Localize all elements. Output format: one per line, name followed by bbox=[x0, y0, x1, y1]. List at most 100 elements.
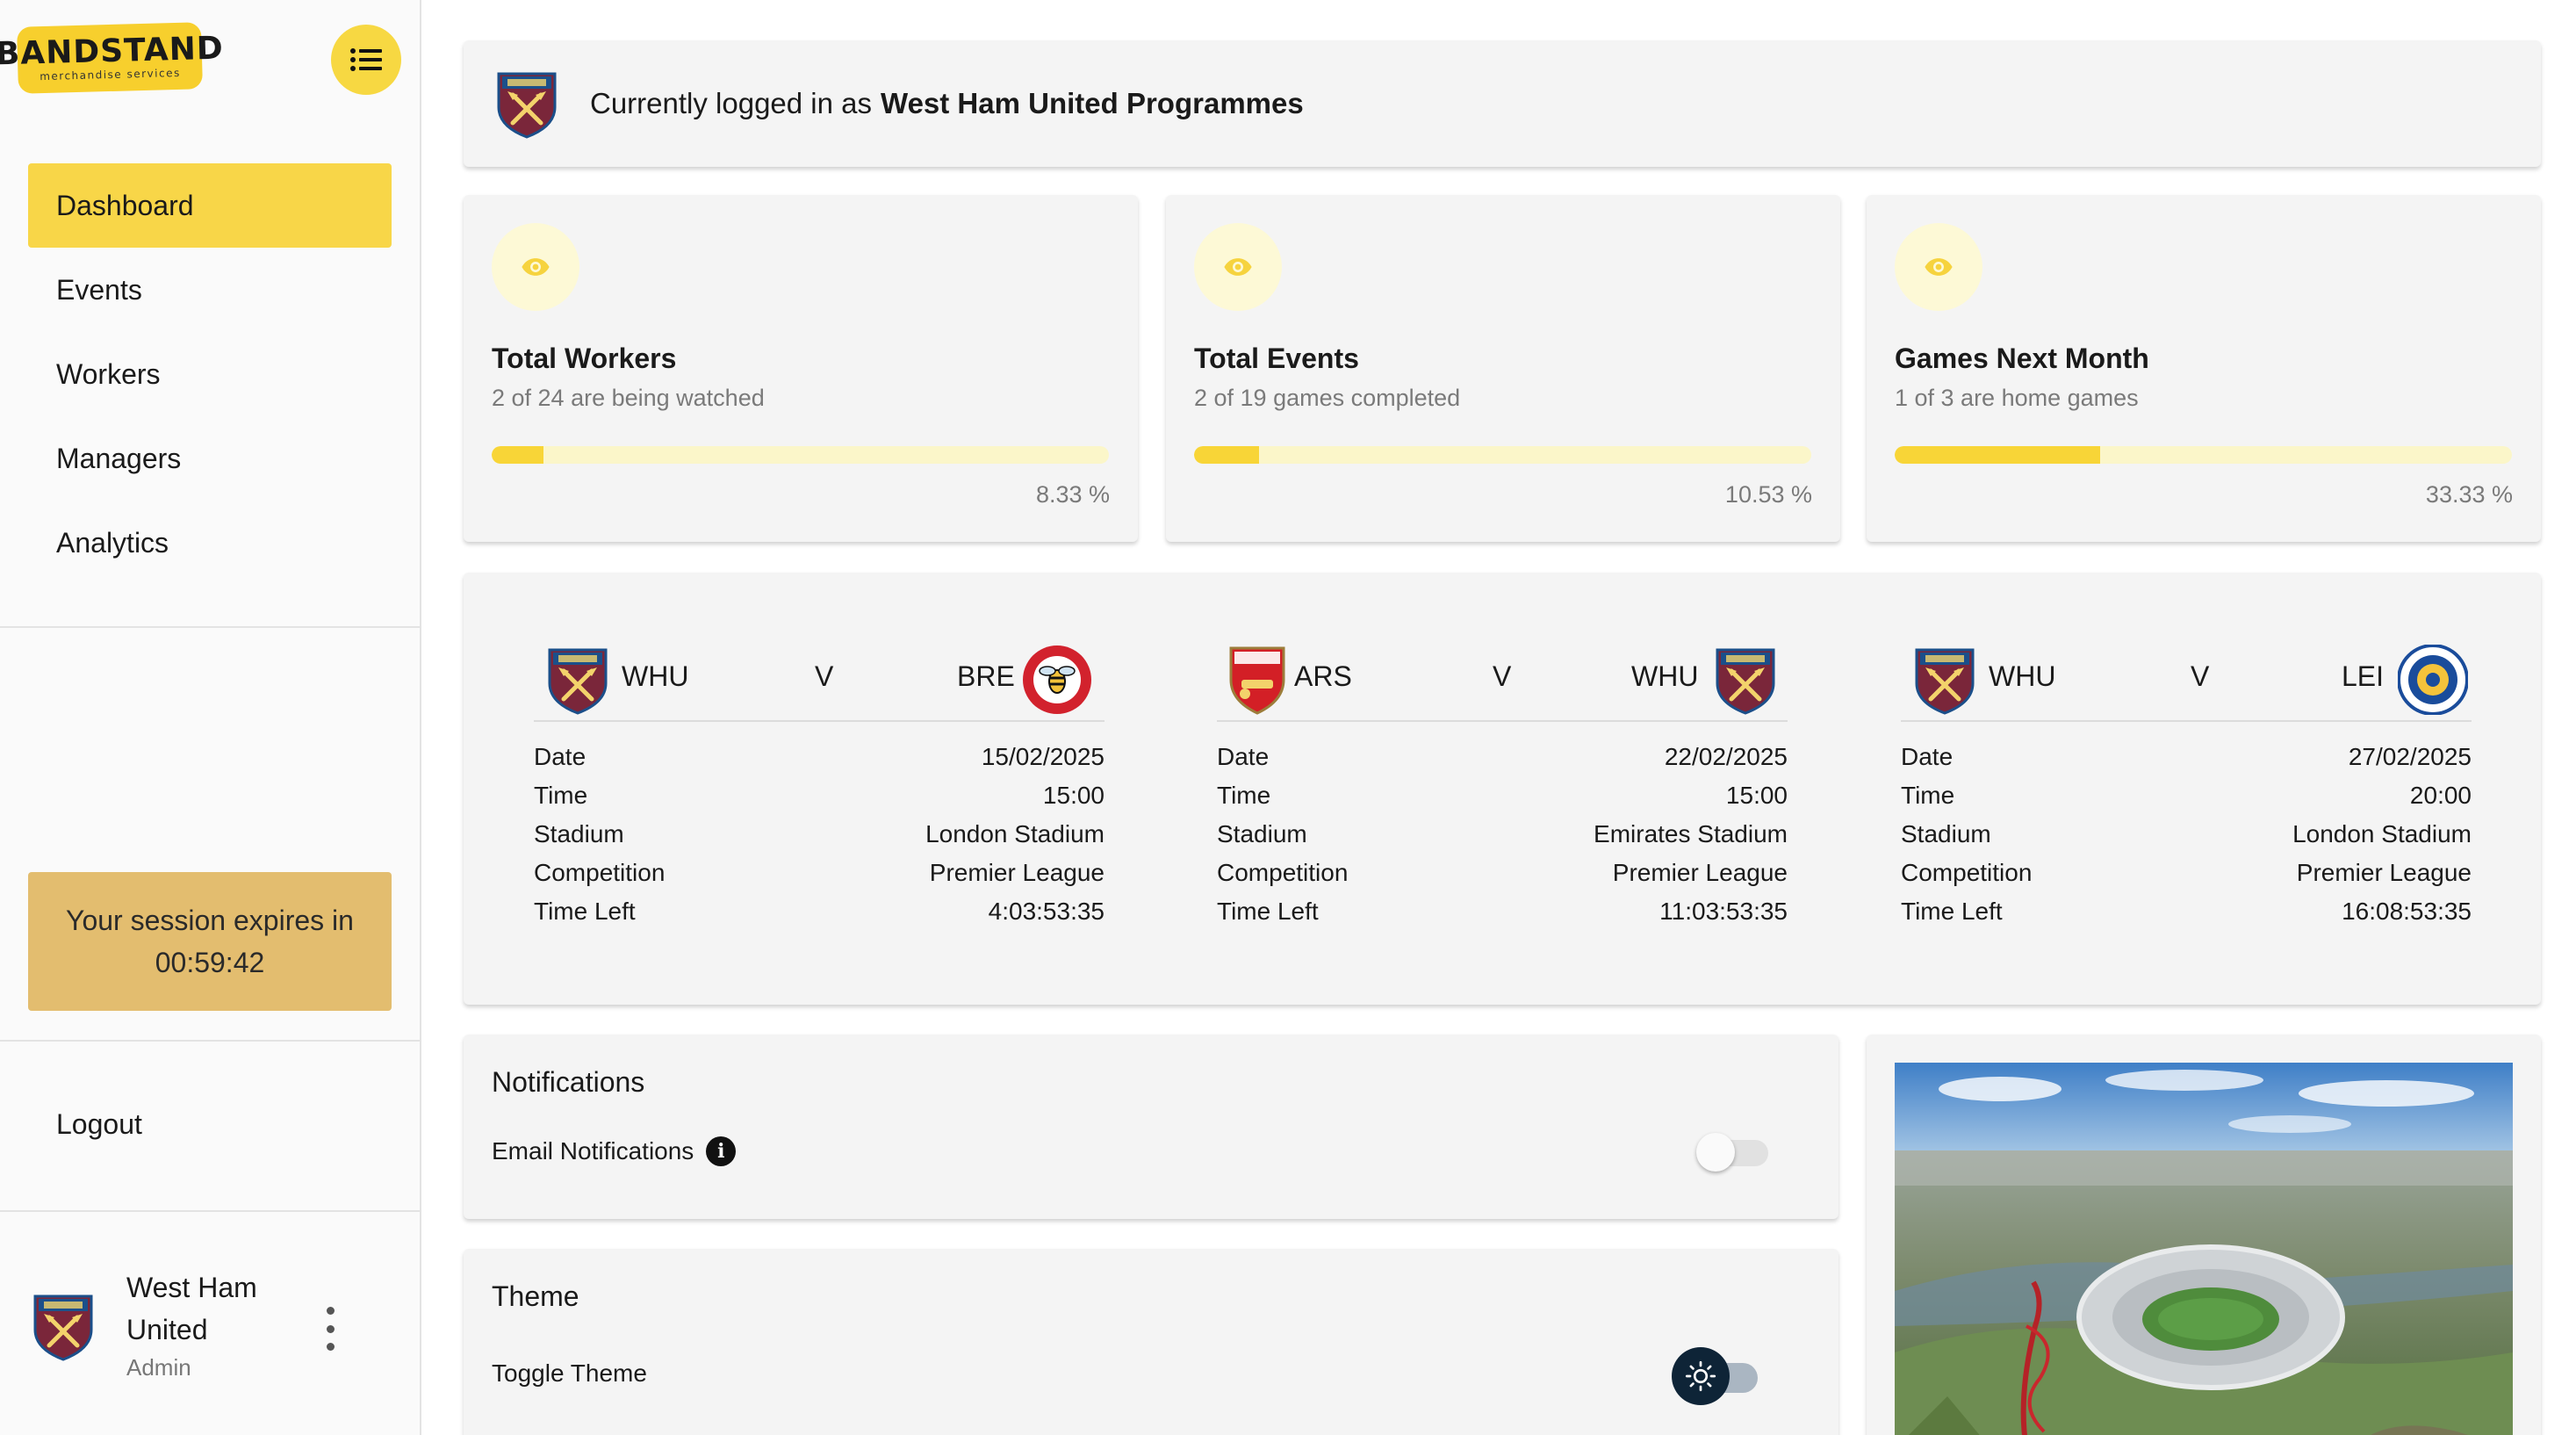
stat-title: Total Workers bbox=[492, 343, 677, 374]
logged-in-prefix: Currently logged in as bbox=[590, 87, 873, 119]
stat-percent: 10.53 % bbox=[1724, 481, 1812, 508]
sidebar-item-dashboard[interactable]: Dashboard bbox=[28, 163, 392, 248]
brentford-crest-icon bbox=[1022, 645, 1092, 715]
upcoming-matches: WHU V BRE Date 15/02/2025 Time 15:00 Stadi… bbox=[464, 573, 2541, 1005]
email-notifications-toggle[interactable] bbox=[1696, 1133, 1770, 1172]
theme-toggle[interactable] bbox=[1672, 1347, 1759, 1405]
match-header: WHU V LEI bbox=[1901, 634, 2472, 722]
detail-row: Date 27/02/2025 bbox=[1901, 738, 2472, 776]
away-team-code: WHU bbox=[1631, 660, 1699, 692]
detail-value: Emirates Stadium bbox=[1594, 820, 1788, 847]
sidebar-divider bbox=[0, 1040, 420, 1042]
versus-label: V bbox=[815, 660, 834, 692]
sidebar-divider bbox=[0, 626, 420, 628]
eye-icon bbox=[492, 223, 579, 311]
stat-title: Games Next Month bbox=[1895, 343, 2149, 374]
progress-fill bbox=[1194, 446, 1260, 464]
detail-row: Stadium London Stadium bbox=[1901, 815, 2472, 854]
match-details: Date 27/02/2025 Time 20:00 Stadium London S… bbox=[1901, 738, 2472, 931]
notifications-card: Notifications Email Notifications i bbox=[464, 1035, 1838, 1219]
progress-fill bbox=[1895, 446, 2101, 464]
detail-label: Time bbox=[1217, 782, 1271, 809]
detail-value: London Stadium bbox=[2292, 820, 2472, 847]
west-ham-crest-icon bbox=[1714, 645, 1777, 715]
progress-bar bbox=[1895, 446, 2512, 464]
away-team-code: LEI bbox=[2342, 660, 2385, 692]
match-card[interactable]: ARS V WHU Date 22/02/2025 Time 15:00 Stadi… bbox=[1217, 634, 1788, 931]
detail-label: Competition bbox=[534, 859, 666, 886]
detail-row: Competition Premier League bbox=[1217, 854, 1788, 892]
detail-value: 16:08:53:35 bbox=[2342, 898, 2472, 925]
stat-title: Total Events bbox=[1194, 343, 1359, 374]
detail-value: 11:03:53:35 bbox=[1659, 898, 1788, 925]
detail-label: Time bbox=[534, 782, 588, 809]
sidebar-nav: Dashboard Events Workers Managers Analyt… bbox=[28, 163, 392, 585]
session-expiry-notice: Your session expires in 00:59:42 bbox=[28, 872, 392, 1011]
sidebar-item-managers[interactable]: Managers bbox=[28, 416, 392, 501]
match-header: ARS V WHU bbox=[1217, 634, 1788, 722]
stadium-photo-card bbox=[1867, 1035, 2541, 1435]
west-ham-crest-icon bbox=[32, 1291, 95, 1361]
home-team-code: WHU bbox=[1989, 660, 2056, 692]
detail-label: Stadium bbox=[534, 820, 624, 847]
detail-row: Time Left 16:08:53:35 bbox=[1901, 892, 2472, 931]
eye-icon bbox=[1194, 223, 1282, 311]
list-icon bbox=[350, 48, 382, 71]
detail-row: Date 22/02/2025 bbox=[1217, 738, 1788, 776]
bandstand-logo[interactable]: BANDSTAND merchandise services bbox=[0, 22, 224, 94]
detail-row: Time 20:00 bbox=[1901, 776, 2472, 815]
detail-value: Premier League bbox=[1612, 859, 1788, 886]
progress-fill bbox=[492, 446, 543, 464]
detail-label: Stadium bbox=[1901, 820, 1991, 847]
detail-value: 27/02/2025 bbox=[2348, 743, 2472, 770]
detail-value: 15:00 bbox=[1042, 782, 1105, 809]
match-details: Date 15/02/2025 Time 15:00 Stadium London S… bbox=[534, 738, 1105, 931]
detail-value: 15:00 bbox=[1725, 782, 1788, 809]
email-notifications-label: Email Notifications bbox=[492, 1137, 694, 1165]
match-card[interactable]: WHU V BRE Date 15/02/2025 Time 15:00 Stadi… bbox=[534, 634, 1105, 931]
toggle-thumb bbox=[1696, 1133, 1735, 1172]
sidebar-divider bbox=[0, 1210, 420, 1212]
detail-value: Premier League bbox=[2296, 859, 2472, 886]
detail-value: London Stadium bbox=[925, 820, 1105, 847]
match-details: Date 22/02/2025 Time 15:00 Stadium Emirates… bbox=[1217, 738, 1788, 931]
sun-icon bbox=[1672, 1347, 1730, 1405]
menu-toggle-button[interactable] bbox=[331, 25, 401, 95]
detail-value: 4:03:53:35 bbox=[988, 898, 1105, 925]
logo-title: BANDSTAND bbox=[0, 30, 225, 73]
progress-bar bbox=[1194, 446, 1811, 464]
west-ham-crest-icon bbox=[546, 645, 609, 715]
toggle-theme-label: Toggle Theme bbox=[492, 1359, 647, 1387]
detail-row: Stadium Emirates Stadium bbox=[1217, 815, 1788, 854]
match-card[interactable]: WHU V LEI Date 27/02/2025 Time 20:00 Stadi… bbox=[1901, 634, 2472, 931]
user-name: West Ham United bbox=[126, 1272, 257, 1345]
stat-subtitle: 2 of 19 games completed bbox=[1194, 385, 1461, 411]
info-icon[interactable]: i bbox=[706, 1136, 737, 1166]
detail-label: Date bbox=[1901, 743, 1954, 770]
section-title: Notifications bbox=[492, 1066, 645, 1098]
session-timer: 00:59:42 bbox=[155, 947, 265, 978]
detail-value: 22/02/2025 bbox=[1664, 743, 1788, 770]
more-vertical-icon[interactable] bbox=[313, 1307, 348, 1351]
west-ham-crest-icon bbox=[1913, 645, 1976, 715]
versus-label: V bbox=[1493, 660, 1512, 692]
detail-label: Time Left bbox=[534, 898, 636, 925]
home-team-code: ARS bbox=[1294, 660, 1352, 692]
detail-row: Competition Premier League bbox=[534, 854, 1105, 892]
detail-label: Time Left bbox=[1901, 898, 2003, 925]
sidebar-item-workers[interactable]: Workers bbox=[28, 332, 392, 416]
logged-in-text: Currently logged in as West Ham United P… bbox=[590, 40, 1304, 167]
leicester-crest-icon bbox=[2398, 645, 2468, 715]
sidebar-item-events[interactable]: Events bbox=[28, 248, 392, 332]
detail-label: Competition bbox=[1217, 859, 1349, 886]
stat-card-total-workers: Total Workers 2 of 24 are being watched … bbox=[464, 195, 1138, 542]
section-title: Theme bbox=[492, 1280, 579, 1312]
logo-subtitle: merchandise services bbox=[40, 66, 181, 83]
logout-button[interactable]: Logout bbox=[56, 1108, 142, 1141]
detail-value: 15/02/2025 bbox=[981, 743, 1105, 770]
detail-label: Date bbox=[1217, 743, 1270, 770]
detail-label: Time Left bbox=[1217, 898, 1319, 925]
sidebar-item-analytics[interactable]: Analytics bbox=[28, 501, 392, 585]
detail-value: 20:00 bbox=[2409, 782, 2472, 809]
stadium-photo bbox=[1895, 1063, 2513, 1435]
